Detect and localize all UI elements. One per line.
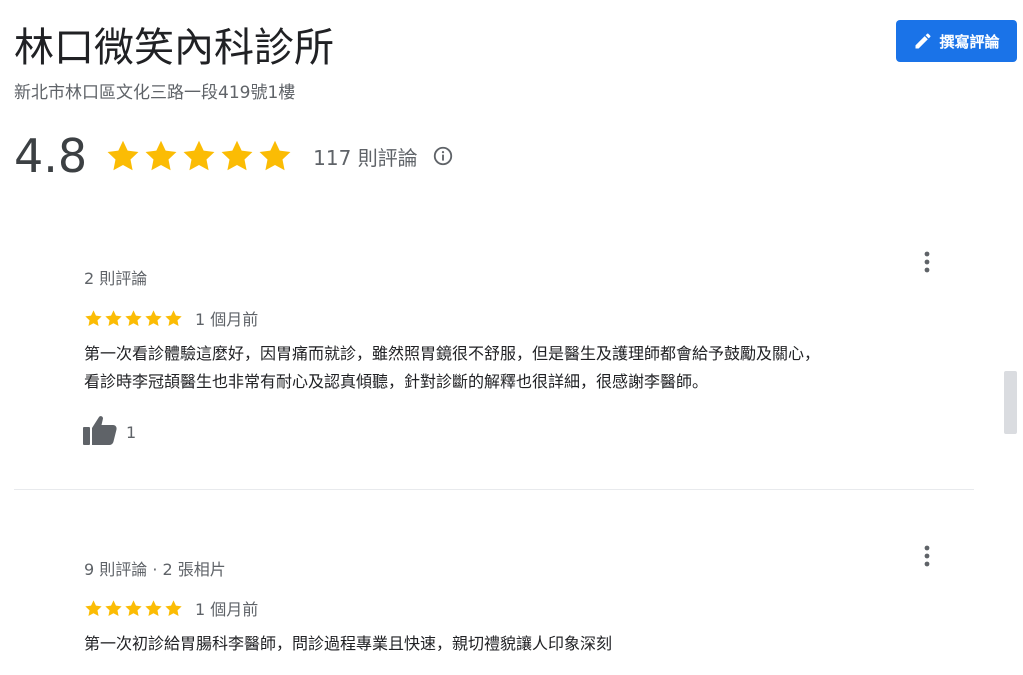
star-icon — [145, 309, 162, 326]
review-time: 1 個月前 — [195, 310, 259, 329]
thumbs-up-icon — [82, 414, 118, 450]
reviews-page: 林口微笑內科診所 新北市林口區文化三路一段419號1樓 撰寫評論 4.8 117… — [0, 0, 1023, 675]
review-text-line: 看診時李冠頡醫生也非常有耐心及認真傾聽，針對診斷的解釋也很詳細，很感謝李醫師。 — [84, 372, 709, 391]
star-icon — [85, 599, 102, 616]
like-button[interactable]: 1 — [82, 414, 136, 450]
star-icon — [145, 140, 177, 171]
review-count[interactable]: 117 則評論 — [313, 142, 418, 171]
review-time: 1 個月前 — [195, 600, 259, 619]
average-rating: 4.8 — [14, 129, 88, 183]
like-count: 1 — [126, 422, 137, 442]
review-text-line: 第一次看診體驗這麼好，因胃痛而就診，雖然照胃鏡很不舒服，但是醫生及護理師都會給予… — [84, 344, 821, 363]
place-address: 新北市林口區文化三路一段419號1樓 — [14, 83, 296, 103]
star-icon — [107, 140, 139, 171]
star-icon — [165, 309, 182, 326]
review-rating: 1 個月前 — [84, 596, 258, 620]
review-stars — [84, 309, 183, 328]
reviewer-meta[interactable]: 2 則評論 — [84, 267, 147, 291]
write-review-label: 撰寫評論 — [939, 32, 1000, 51]
star-icon — [105, 309, 122, 326]
star-icon — [85, 309, 102, 326]
review-text: 第一次初診給胃腸科李醫師，問診過程專業且快速，親切禮貌讓人印象深刻 — [84, 630, 984, 658]
review-text-line: 第一次初診給胃腸科李醫師，問診過程專業且快速，親切禮貌讓人印象深刻 — [84, 634, 613, 653]
write-review-button[interactable]: 撰寫評論 — [896, 20, 1017, 62]
scrollbar-thumb[interactable] — [1004, 371, 1017, 434]
star-icon — [221, 140, 253, 171]
review-rating: 1 個月前 — [84, 306, 258, 330]
reviewer-meta[interactable]: 9 則評論 · 2 張相片 — [84, 558, 226, 582]
star-icon — [183, 140, 215, 171]
rating-summary: 4.8 117 則評論 — [14, 128, 454, 184]
review-stars — [84, 599, 183, 618]
star-icon — [105, 599, 122, 616]
star-icon — [259, 140, 291, 171]
star-icon — [145, 599, 162, 616]
info-icon[interactable] — [432, 145, 454, 167]
review-divider — [14, 489, 974, 490]
more-vert-icon[interactable] — [916, 542, 938, 570]
star-icon — [125, 599, 142, 616]
place-name: 林口微笑內科診所 — [14, 25, 334, 71]
star-icon — [125, 309, 142, 326]
pencil-icon — [913, 31, 933, 51]
rating-stars — [105, 138, 293, 174]
more-vert-icon[interactable] — [916, 248, 938, 276]
review-text: 第一次看診體驗這麼好，因胃痛而就診，雖然照胃鏡很不舒服，但是醫生及護理師都會給予… — [84, 340, 984, 396]
star-icon — [165, 599, 182, 616]
